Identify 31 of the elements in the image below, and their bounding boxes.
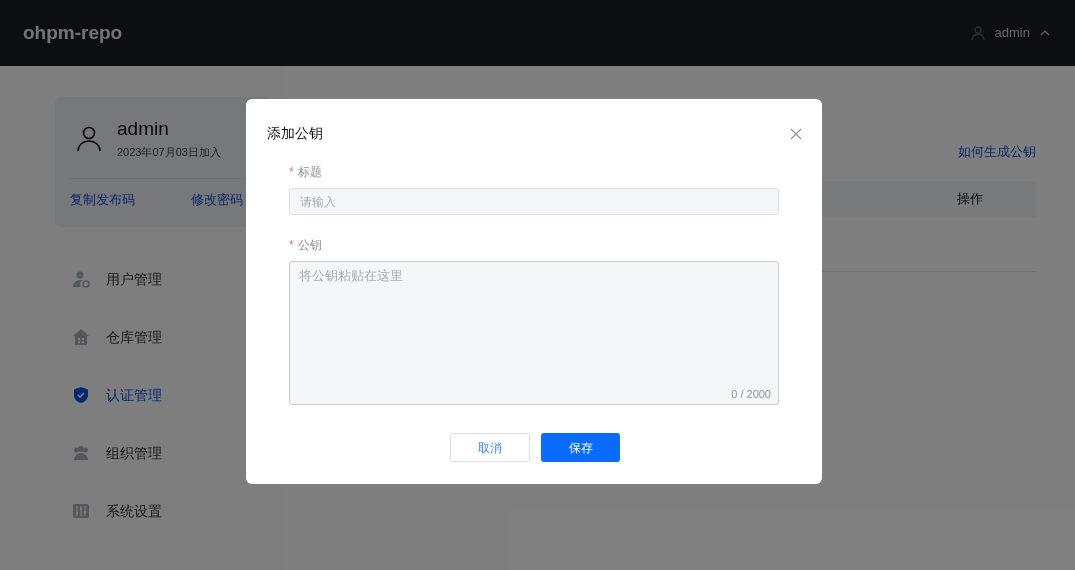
profile-link[interactable]: 复制发布码 — [70, 190, 135, 210]
required-mark: * — [289, 164, 294, 181]
close-button[interactable] — [790, 127, 802, 140]
profile-link[interactable]: 修改密码 — [191, 190, 243, 210]
username: admin — [117, 117, 170, 141]
required-mark: * — [289, 237, 294, 254]
input-field[interactable]: 请输入 — [289, 188, 779, 215]
sidebar-item[interactable]: 认证管理 — [72, 377, 270, 414]
sliders-icon — [72, 502, 90, 521]
character-counter: 0 / 2000 — [731, 386, 771, 402]
close-icon — [790, 127, 802, 140]
house-icon — [72, 328, 90, 347]
field-label: 公钥 — [297, 237, 322, 254]
sidebar-item[interactable]: 用户管理 — [72, 261, 270, 298]
field-label: 标题 — [297, 164, 322, 181]
cancel-button[interactable]: 取消 — [450, 433, 530, 462]
people-icon — [72, 444, 90, 463]
help-link[interactable]: 如何生成公钥 — [958, 142, 1036, 162]
save-button[interactable]: 保存 — [541, 433, 620, 462]
user-gear-icon — [72, 270, 90, 289]
sidebar-item[interactable]: 系统设置 — [72, 493, 270, 530]
sidebar-item[interactable]: 仓库管理 — [72, 319, 270, 356]
user-icon — [970, 26, 985, 40]
join-date: 2023年07月03日加入 — [117, 145, 221, 160]
avatar-icon — [77, 126, 101, 152]
shield-check-icon — [72, 386, 90, 405]
dialog-title: 添加公钥 — [267, 124, 323, 143]
sidebar-item[interactable]: 组织管理 — [72, 435, 270, 472]
logo[interactable]: ohpm-repo — [23, 18, 123, 48]
column-header: 操作 — [957, 189, 983, 208]
user-menu[interactable]: admin — [970, 23, 1052, 43]
